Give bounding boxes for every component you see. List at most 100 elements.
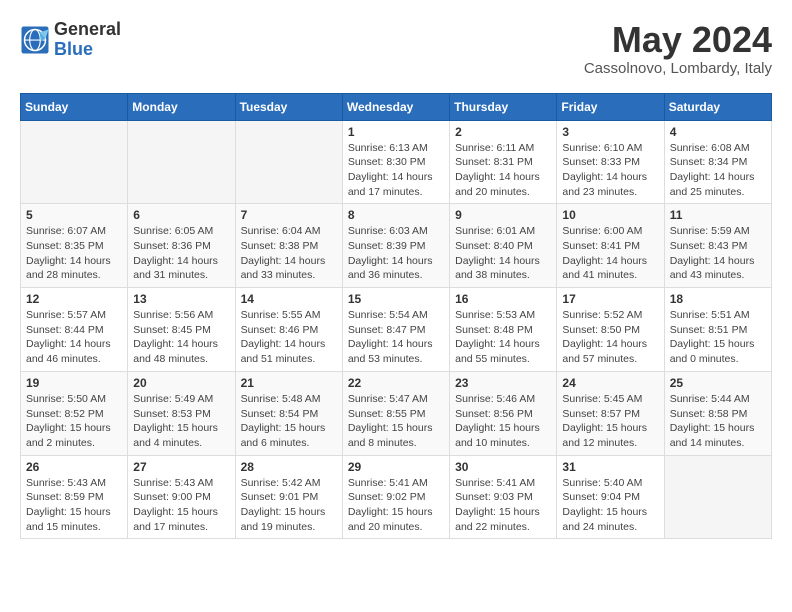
day-number: 9 <box>455 208 551 222</box>
day-info: Sunrise: 5:43 AM Sunset: 8:59 PM Dayligh… <box>26 476 122 535</box>
header-cell-tuesday: Tuesday <box>235 93 342 120</box>
calendar-week-2: 5 Sunrise: 6:07 AM Sunset: 8:35 PM Daylig… <box>21 204 772 288</box>
day-info: Sunrise: 5:46 AM Sunset: 8:56 PM Dayligh… <box>455 392 551 451</box>
calendar-cell: 11Sunrise: 5:59 AM Sunset: 8:43 PM Dayli… <box>664 204 771 288</box>
calendar-cell: 30 Sunrise: 5:41 AM Sunset: 9:03 PM Dayli… <box>450 455 557 539</box>
day-number: 30 <box>455 460 551 474</box>
header-cell-wednesday: Wednesday <box>342 93 449 120</box>
calendar-cell: 22 Sunrise: 5:47 AM Sunset: 8:55 PM Dayli… <box>342 371 449 455</box>
day-number: 5 <box>26 208 122 222</box>
day-number: 12 <box>26 292 122 306</box>
calendar-cell: 5 Sunrise: 6:07 AM Sunset: 8:35 PM Daylig… <box>21 204 128 288</box>
day-info: Sunrise: 5:51 AM Sunset: 8:51 PM Dayligh… <box>670 308 766 367</box>
logo-text: General Blue <box>54 20 121 60</box>
day-number: 29 <box>348 460 444 474</box>
day-info: Sunrise: 6:10 AM Sunset: 8:33 PM Dayligh… <box>562 141 658 200</box>
day-number: 27 <box>133 460 229 474</box>
day-number: 4 <box>670 125 766 139</box>
header-cell-sunday: Sunday <box>21 93 128 120</box>
day-number: 20 <box>133 376 229 390</box>
calendar-cell: 9 Sunrise: 6:01 AM Sunset: 8:40 PM Daylig… <box>450 204 557 288</box>
day-number: 26 <box>26 460 122 474</box>
day-number: 14 <box>241 292 337 306</box>
month-title: May 2024 <box>584 20 772 60</box>
calendar-week-1: 1 Sunrise: 6:13 AM Sunset: 8:30 PM Daylig… <box>21 120 772 204</box>
day-info: Sunrise: 6:01 AM Sunset: 8:40 PM Dayligh… <box>455 224 551 283</box>
day-info: Sunrise: 6:13 AM Sunset: 8:30 PM Dayligh… <box>348 141 444 200</box>
logo-general: General <box>54 20 121 40</box>
day-info: Sunrise: 5:57 AM Sunset: 8:44 PM Dayligh… <box>26 308 122 367</box>
calendar-cell: 24 Sunrise: 5:45 AM Sunset: 8:57 PM Dayli… <box>557 371 664 455</box>
calendar-cell <box>128 120 235 204</box>
calendar-cell: 16 Sunrise: 5:53 AM Sunset: 8:48 PM Dayli… <box>450 288 557 372</box>
calendar-body: 1 Sunrise: 6:13 AM Sunset: 8:30 PM Daylig… <box>21 120 772 539</box>
day-number: 16 <box>455 292 551 306</box>
calendar-cell <box>21 120 128 204</box>
calendar-cell: 23 Sunrise: 5:46 AM Sunset: 8:56 PM Dayli… <box>450 371 557 455</box>
day-info: Sunrise: 6:03 AM Sunset: 8:39 PM Dayligh… <box>348 224 444 283</box>
logo-icon <box>20 25 50 55</box>
calendar-cell: 28 Sunrise: 5:42 AM Sunset: 9:01 PM Dayli… <box>235 455 342 539</box>
day-number: 28 <box>241 460 337 474</box>
day-info: Sunrise: 5:40 AM Sunset: 9:04 PM Dayligh… <box>562 476 658 535</box>
calendar-cell: 12 Sunrise: 5:57 AM Sunset: 8:44 PM Dayli… <box>21 288 128 372</box>
day-info: Sunrise: 5:45 AM Sunset: 8:57 PM Dayligh… <box>562 392 658 451</box>
day-info: Sunrise: 6:08 AM Sunset: 8:34 PM Dayligh… <box>670 141 766 200</box>
calendar-cell: 7Sunrise: 6:04 AM Sunset: 8:38 PM Daylig… <box>235 204 342 288</box>
header-cell-friday: Friday <box>557 93 664 120</box>
day-number: 6 <box>133 208 229 222</box>
calendar-cell <box>664 455 771 539</box>
calendar-cell: 14 Sunrise: 5:55 AM Sunset: 8:46 PM Dayli… <box>235 288 342 372</box>
calendar-cell: 4 Sunrise: 6:08 AM Sunset: 8:34 PM Daylig… <box>664 120 771 204</box>
day-info: Sunrise: 5:41 AM Sunset: 9:02 PM Dayligh… <box>348 476 444 535</box>
day-number: 13 <box>133 292 229 306</box>
calendar-cell: 3Sunrise: 6:10 AM Sunset: 8:33 PM Daylig… <box>557 120 664 204</box>
logo-blue: Blue <box>54 40 121 60</box>
header-cell-thursday: Thursday <box>450 93 557 120</box>
calendar-week-4: 19 Sunrise: 5:50 AM Sunset: 8:52 PM Dayli… <box>21 371 772 455</box>
day-info: Sunrise: 6:11 AM Sunset: 8:31 PM Dayligh… <box>455 141 551 200</box>
location: Cassolnovo, Lombardy, Italy <box>584 60 772 77</box>
day-number: 22 <box>348 376 444 390</box>
day-info: Sunrise: 5:55 AM Sunset: 8:46 PM Dayligh… <box>241 308 337 367</box>
day-number: 17 <box>562 292 658 306</box>
day-number: 31 <box>562 460 658 474</box>
calendar-table: SundayMondayTuesdayWednesdayThursdayFrid… <box>20 93 772 540</box>
day-number: 11 <box>670 208 766 222</box>
day-number: 24 <box>562 376 658 390</box>
calendar-cell: 26 Sunrise: 5:43 AM Sunset: 8:59 PM Dayli… <box>21 455 128 539</box>
calendar-cell: 20Sunrise: 5:49 AM Sunset: 8:53 PM Dayli… <box>128 371 235 455</box>
day-info: Sunrise: 5:48 AM Sunset: 8:54 PM Dayligh… <box>241 392 337 451</box>
day-info: Sunrise: 5:42 AM Sunset: 9:01 PM Dayligh… <box>241 476 337 535</box>
day-info: Sunrise: 6:00 AM Sunset: 8:41 PM Dayligh… <box>562 224 658 283</box>
day-info: Sunrise: 5:50 AM Sunset: 8:52 PM Dayligh… <box>26 392 122 451</box>
calendar-cell: 29 Sunrise: 5:41 AM Sunset: 9:02 PM Dayli… <box>342 455 449 539</box>
calendar-cell: 6Sunrise: 6:05 AM Sunset: 8:36 PM Daylig… <box>128 204 235 288</box>
day-info: Sunrise: 5:56 AM Sunset: 8:45 PM Dayligh… <box>133 308 229 367</box>
day-number: 21 <box>241 376 337 390</box>
calendar-cell: 25Sunrise: 5:44 AM Sunset: 8:58 PM Dayli… <box>664 371 771 455</box>
day-number: 23 <box>455 376 551 390</box>
day-info: Sunrise: 5:41 AM Sunset: 9:03 PM Dayligh… <box>455 476 551 535</box>
day-number: 1 <box>348 125 444 139</box>
day-info: Sunrise: 5:47 AM Sunset: 8:55 PM Dayligh… <box>348 392 444 451</box>
header-cell-saturday: Saturday <box>664 93 771 120</box>
day-number: 10 <box>562 208 658 222</box>
calendar-cell: 10 Sunrise: 6:00 AM Sunset: 8:41 PM Dayli… <box>557 204 664 288</box>
calendar-header: SundayMondayTuesdayWednesdayThursdayFrid… <box>21 93 772 120</box>
calendar-cell: 13 Sunrise: 5:56 AM Sunset: 8:45 PM Dayli… <box>128 288 235 372</box>
day-number: 2 <box>455 125 551 139</box>
day-info: Sunrise: 5:53 AM Sunset: 8:48 PM Dayligh… <box>455 308 551 367</box>
day-number: 19 <box>26 376 122 390</box>
day-info: Sunrise: 5:43 AM Sunset: 9:00 PM Dayligh… <box>133 476 229 535</box>
calendar-week-3: 12 Sunrise: 5:57 AM Sunset: 8:44 PM Dayli… <box>21 288 772 372</box>
day-number: 18 <box>670 292 766 306</box>
day-number: 25 <box>670 376 766 390</box>
calendar-cell <box>235 120 342 204</box>
calendar-cell: 18 Sunrise: 5:51 AM Sunset: 8:51 PM Dayli… <box>664 288 771 372</box>
calendar-cell: 2 Sunrise: 6:11 AM Sunset: 8:31 PM Daylig… <box>450 120 557 204</box>
header-row: SundayMondayTuesdayWednesdayThursdayFrid… <box>21 93 772 120</box>
title-block: May 2024 Cassolnovo, Lombardy, Italy <box>584 20 772 77</box>
day-info: Sunrise: 6:07 AM Sunset: 8:35 PM Dayligh… <box>26 224 122 283</box>
day-info: Sunrise: 5:54 AM Sunset: 8:47 PM Dayligh… <box>348 308 444 367</box>
